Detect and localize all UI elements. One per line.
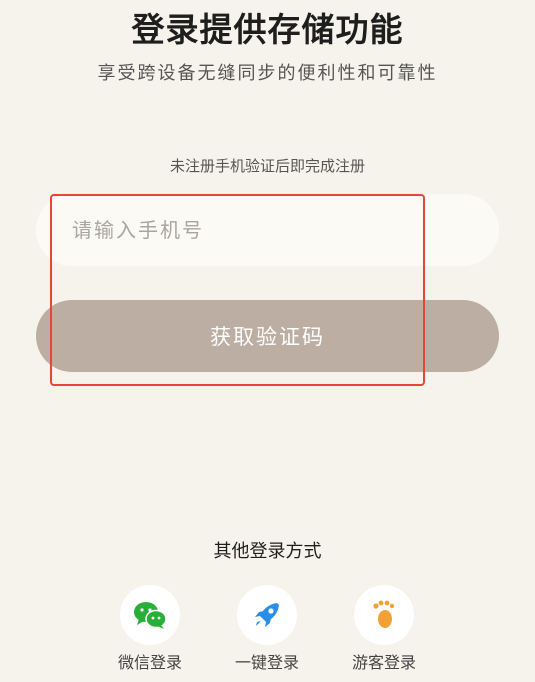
wechat-icon bbox=[134, 602, 167, 629]
guest-login-button[interactable]: 游客登录 bbox=[334, 585, 434, 673]
other-login-title: 其他登录方式 bbox=[213, 541, 322, 562]
phone-field[interactable] bbox=[36, 194, 499, 266]
wechat-login-label: 微信登录 bbox=[117, 653, 182, 672]
rocket-icon-circle[interactable] bbox=[237, 585, 297, 645]
page-subtitle: 享受跨设备无缝同步的便利性和可靠性 bbox=[97, 63, 438, 84]
wechat-icon-circle[interactable] bbox=[120, 585, 180, 645]
one-key-login-label: 一键登录 bbox=[234, 653, 299, 672]
rocket-icon bbox=[255, 603, 279, 627]
one-key-login-button[interactable]: 一键登录 bbox=[217, 585, 317, 673]
phone-input[interactable] bbox=[70, 217, 499, 243]
guest-login-label: 游客登录 bbox=[351, 653, 416, 672]
wechat-login-button[interactable]: 微信登录 bbox=[100, 585, 200, 673]
register-hint: 未注册手机验证后即完成注册 bbox=[169, 157, 365, 175]
footprint-icon bbox=[373, 600, 395, 628]
page-title: 登录提供存储功能 bbox=[131, 10, 404, 49]
footprint-icon-circle[interactable] bbox=[354, 585, 414, 645]
get-code-button[interactable]: 获取验证码 bbox=[36, 300, 499, 372]
